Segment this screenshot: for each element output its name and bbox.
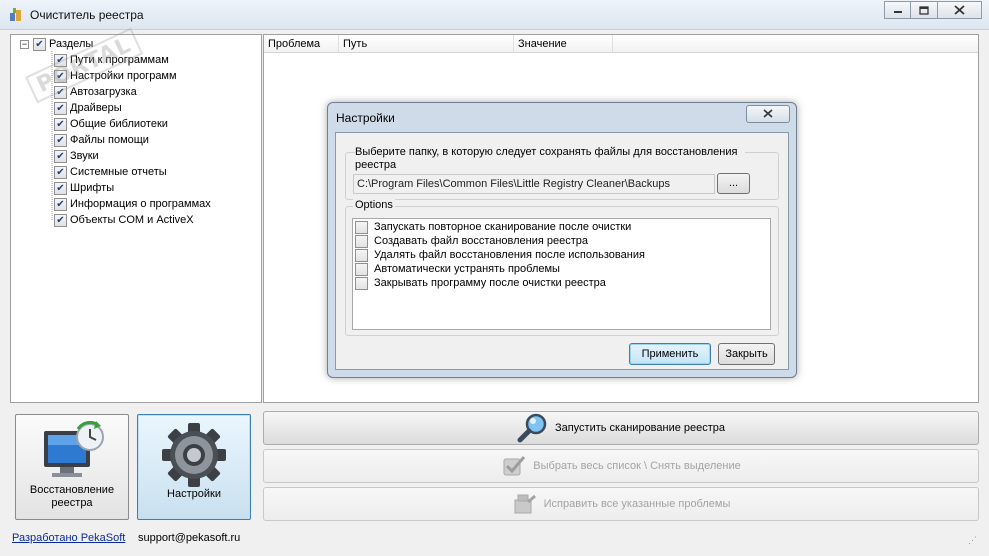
tree-item-checkbox[interactable]: ✔ bbox=[54, 149, 67, 163]
option-checkbox[interactable] bbox=[355, 220, 368, 234]
app-icon bbox=[10, 8, 21, 21]
restore-registry-label: Восстановление реестра bbox=[16, 484, 128, 510]
option-item[interactable]: Удалять файл восстановления после исполь… bbox=[355, 248, 645, 262]
maximize-button[interactable] bbox=[911, 1, 938, 19]
tree-item[interactable]: ✔ Информация о программах bbox=[54, 196, 211, 212]
tree-item-label: Автозагрузка bbox=[70, 86, 137, 98]
close-dialog-button[interactable]: Закрыть bbox=[718, 343, 775, 365]
start-scan-button[interactable]: Запустить сканирование реестра bbox=[263, 411, 979, 445]
option-checkbox[interactable] bbox=[355, 262, 368, 276]
tree-item-label: Общие библиотеки bbox=[70, 118, 168, 130]
tree-item-checkbox[interactable]: ✔ bbox=[54, 117, 67, 131]
option-label: Создавать файл восстановления реестра bbox=[374, 235, 589, 247]
tree-root-checkbox[interactable]: ✔ bbox=[33, 37, 46, 51]
sections-tree: − ✔ Разделы ✔ Пути к программам ✔ Настройки… bbox=[10, 27, 262, 403]
apply-button[interactable]: Применить bbox=[629, 343, 711, 365]
dialog-close-button[interactable] bbox=[746, 105, 790, 123]
option-item[interactable]: Закрывать программу после очистки реестр… bbox=[355, 276, 606, 290]
tree-root-label: Разделы bbox=[49, 38, 94, 50]
close-button[interactable] bbox=[938, 1, 982, 19]
gear-icon bbox=[162, 423, 226, 487]
tree-item-checkbox[interactable]: ✔ bbox=[54, 197, 67, 211]
tree-item[interactable]: ✔ Пути к программам bbox=[54, 52, 169, 68]
fix-problems-label: Исправить все указанные проблемы bbox=[543, 498, 731, 510]
tree-item[interactable]: ✔ Драйверы bbox=[54, 100, 122, 116]
tree-item-checkbox[interactable]: ✔ bbox=[54, 101, 67, 115]
option-checkbox[interactable] bbox=[355, 234, 368, 248]
maximize-icon bbox=[919, 5, 929, 15]
option-checkbox[interactable] bbox=[355, 276, 368, 290]
tree-item-checkbox[interactable]: ✔ bbox=[54, 85, 67, 99]
tree-item-checkbox[interactable]: ✔ bbox=[54, 53, 67, 67]
window-title: Очиститель реестра bbox=[30, 8, 144, 22]
backup-path-field[interactable]: C:\Program Files\Common Files\Little Reg… bbox=[353, 174, 715, 194]
options-list: Запускать повторное сканирование после о… bbox=[352, 218, 771, 330]
start-scan-label: Запустить сканирование реестра bbox=[554, 422, 726, 434]
tree-item[interactable]: ✔ Общие библиотеки bbox=[54, 116, 168, 132]
tree-item-label: Настройки программ bbox=[70, 70, 177, 82]
tree-item-label: Информация о программах bbox=[70, 198, 211, 210]
tree-item[interactable]: ✔ Звуки bbox=[54, 148, 99, 164]
close-icon bbox=[763, 109, 773, 118]
results-header: Проблема Путь Значение bbox=[264, 35, 978, 53]
column-header-path[interactable]: Путь bbox=[339, 35, 514, 53]
tree-item-checkbox[interactable]: ✔ bbox=[54, 69, 67, 83]
tree-item-label: Системные отчеты bbox=[70, 166, 167, 178]
minimize-icon bbox=[893, 11, 902, 13]
tree-item[interactable]: ✔ Автозагрузка bbox=[54, 84, 137, 100]
tree-item[interactable]: ✔ Объекты COM и ActiveX bbox=[54, 212, 194, 228]
dialog-body: Выберите папку, в которую следует сохран… bbox=[335, 132, 789, 370]
tree-item-checkbox[interactable]: ✔ bbox=[54, 213, 67, 227]
monitor-restore-icon bbox=[44, 421, 104, 477]
restore-registry-button[interactable]: Восстановление реестра bbox=[15, 414, 129, 520]
title-bar: Очиститель реестра bbox=[0, 0, 989, 30]
select-all-label: Выбрать весь список \ Снять выделение bbox=[533, 460, 741, 472]
resize-grip-icon[interactable]: ⋰ bbox=[968, 535, 980, 547]
settings-dialog: Настройки Выберите папку, в которую след… bbox=[327, 102, 797, 378]
option-label: Закрывать программу после очистки реестр… bbox=[374, 277, 606, 289]
column-header-value[interactable]: Значение bbox=[514, 35, 613, 53]
options-group-label: Options bbox=[353, 199, 395, 211]
checkbox-icon bbox=[503, 456, 526, 476]
tree-item[interactable]: ✔ Настройки программ bbox=[54, 68, 177, 84]
tree-item[interactable]: ✔ Файлы помощи bbox=[54, 132, 149, 148]
tree-item-checkbox[interactable]: ✔ bbox=[54, 133, 67, 147]
status-bar: Разработано PekaSoft support@pekasoft.ru… bbox=[10, 529, 980, 549]
tree-root[interactable]: − ✔ Разделы bbox=[20, 36, 93, 52]
settings-button[interactable]: Настройки bbox=[137, 414, 251, 520]
option-item[interactable]: Создавать файл восстановления реестра bbox=[355, 234, 588, 248]
restore-label-line2: реестра bbox=[51, 497, 93, 509]
tree-item[interactable]: ✔ Системные отчеты bbox=[54, 164, 167, 180]
option-item[interactable]: Запускать повторное сканирование после о… bbox=[355, 220, 631, 234]
close-icon bbox=[954, 5, 965, 15]
tree-item-label: Пути к программам bbox=[70, 54, 169, 66]
developer-link[interactable]: Разработано PekaSoft bbox=[12, 532, 125, 544]
support-email: support@pekasoft.ru bbox=[138, 532, 241, 544]
minimize-button[interactable] bbox=[884, 1, 911, 19]
folder-prompt: Выберите папку, в которую следует сохран… bbox=[355, 146, 745, 172]
column-header-problem[interactable]: Проблема bbox=[264, 35, 339, 53]
fix-problems-button[interactable]: Исправить все указанные проблемы bbox=[263, 487, 979, 521]
restore-label-line1: Восстановление bbox=[29, 484, 115, 496]
option-item[interactable]: Автоматически устранять проблемы bbox=[355, 262, 560, 276]
tree-item-label: Драйверы bbox=[70, 102, 122, 114]
browse-button[interactable]: ... bbox=[717, 173, 750, 194]
option-label: Запускать повторное сканирование после о… bbox=[374, 221, 632, 233]
magnifier-icon bbox=[517, 413, 547, 443]
option-label: Удалять файл восстановления после исполь… bbox=[374, 249, 645, 261]
select-all-button[interactable]: Выбрать весь список \ Снять выделение bbox=[263, 449, 979, 483]
fix-icon bbox=[514, 494, 536, 514]
dialog-title: Настройки bbox=[336, 111, 395, 125]
tree-item-label: Звуки bbox=[70, 150, 99, 162]
tree-item-checkbox[interactable]: ✔ bbox=[54, 181, 67, 195]
settings-label: Настройки bbox=[167, 488, 221, 500]
tree-item[interactable]: ✔ Шрифты bbox=[54, 180, 114, 196]
option-checkbox[interactable] bbox=[355, 248, 368, 262]
tree-item-label: Объекты COM и ActiveX bbox=[70, 214, 194, 226]
tree-item-checkbox[interactable]: ✔ bbox=[54, 165, 67, 179]
option-label: Автоматически устранять проблемы bbox=[374, 263, 560, 275]
collapse-icon[interactable]: − bbox=[20, 39, 29, 49]
tree-item-label: Шрифты bbox=[70, 182, 115, 194]
tree-item-label: Файлы помощи bbox=[70, 134, 149, 146]
